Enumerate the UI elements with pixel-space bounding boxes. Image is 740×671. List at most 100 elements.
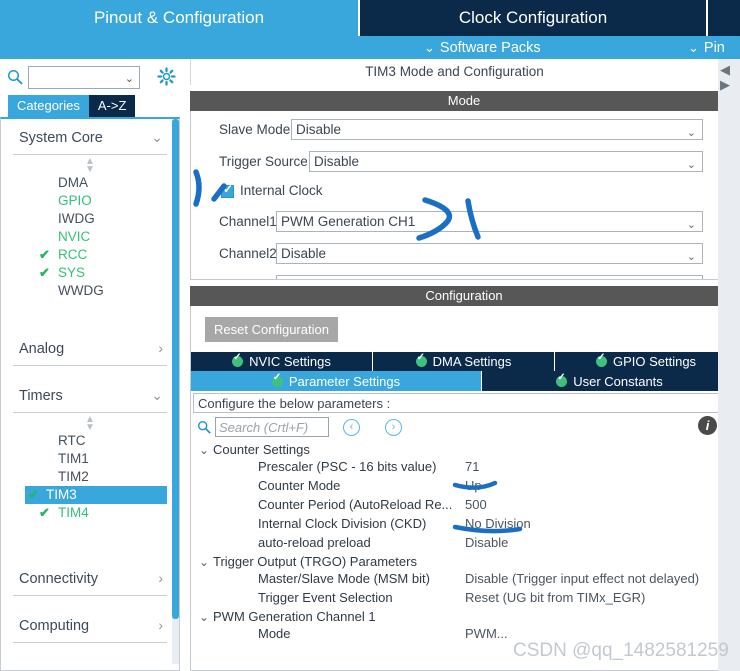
internal-clock-checkbox[interactable] — [221, 182, 234, 198]
param-group-trgo-label: Trigger Output (TRGO) Parameters — [213, 554, 417, 569]
pinout-menu[interactable]: ⌄ Pin — [688, 36, 725, 59]
param-trigger-event-selection-value[interactable]: Reset (UG bit from TIMx_EGR) — [465, 590, 645, 605]
tab-a-to-z[interactable]: A->Z — [88, 95, 136, 117]
ip-item-gpio[interactable]: GPIO — [13, 192, 167, 210]
check-circle-icon-parameter — [271, 372, 283, 387]
param-row-trigger-event-selection[interactable]: Trigger Event Selection Reset (UG bit fr… — [193, 590, 737, 609]
ip-item-gpio-label: GPIO — [58, 193, 92, 208]
param-clock-division-value[interactable]: No Division — [465, 516, 531, 531]
search-next-button[interactable]: › — [385, 419, 402, 436]
ip-item-tim1[interactable]: TIM1 — [13, 450, 167, 468]
chevron-right-icon-analog: › — [158, 340, 163, 356]
scroll-spinner-system-core[interactable]: ▲ ▼ — [1, 155, 179, 175]
group-computing[interactable]: Computing › — [13, 613, 167, 643]
slave-mode-select[interactable]: Disable ⌄ — [291, 119, 703, 140]
ip-item-tim4[interactable]: ✔ TIM4 — [13, 504, 167, 522]
channel3-label: Channel3 — [219, 278, 277, 279]
tab-categories-label: Categories — [17, 98, 80, 113]
chevron-down-icon: ⌄ — [424, 40, 435, 55]
param-row-pwm-mode[interactable]: Mode PWM... — [193, 626, 737, 638]
ip-item-iwdg[interactable]: IWDG — [13, 210, 167, 228]
configuration-section-header: Configuration — [190, 286, 738, 306]
channel1-select[interactable]: PWM Generation CH1 ⌄ — [276, 211, 703, 232]
tab-gpio-settings[interactable]: GPIO Settings — [555, 352, 737, 371]
panel-collapse-arrows[interactable]: ◀ ▶ — [720, 62, 736, 94]
ip-item-rtc[interactable]: RTC — [13, 432, 167, 450]
tab-parameter-settings[interactable]: Parameter Settings — [191, 371, 482, 391]
pinout-menu-label: Pin — [703, 40, 725, 56]
channel3-value: Disable — [281, 278, 326, 279]
param-row-prescaler[interactable]: Prescaler (PSC - 16 bits value) 71 — [193, 459, 737, 478]
reset-configuration-button[interactable]: Reset Configuration — [205, 317, 338, 342]
tab-dma-settings[interactable]: DMA Settings — [373, 352, 555, 371]
ip-item-rtc-label: RTC — [58, 433, 86, 448]
info-icon[interactable]: i — [698, 416, 717, 435]
group-analog[interactable]: Analog › — [13, 336, 167, 366]
param-counter-period-value[interactable]: 500 — [465, 497, 487, 512]
group-system-core[interactable]: System Core ⌄ — [13, 125, 167, 155]
ip-tree: System Core ⌄ ▲ ▼ DMA GPIO IWDG NVIC ✔ RCC… — [0, 117, 180, 671]
check-circle-icon-gpio — [595, 352, 607, 367]
ip-item-sys[interactable]: ✔ SYS — [13, 264, 167, 282]
ip-item-wwdg[interactable]: WWDG — [13, 282, 167, 300]
tab-pinout-configuration[interactable]: Pinout & Configuration — [0, 0, 358, 36]
channel1-label: Channel1 — [219, 214, 277, 229]
param-prescaler-name: Prescaler (PSC - 16 bits value) — [258, 459, 437, 474]
ip-item-rcc[interactable]: ✔ RCC — [13, 246, 167, 264]
param-group-counter-settings[interactable]: ⌄ Counter Settings — [193, 442, 737, 459]
group-system-core-label: System Core — [19, 130, 103, 146]
channel3-select[interactable]: Disable ⌄ — [276, 275, 703, 279]
chevron-down-icon-combo: ⌄ — [124, 73, 134, 85]
param-group-trgo[interactable]: ⌄ Trigger Output (TRGO) Parameters — [193, 554, 737, 571]
ip-item-nvic[interactable]: NVIC — [13, 228, 167, 246]
param-row-clock-division[interactable]: Internal Clock Division (CKD) No Divisio… — [193, 516, 737, 535]
param-row-counter-mode[interactable]: Counter Mode Up — [193, 478, 737, 497]
parameter-search-input[interactable]: Search (Crtl+F) — [215, 417, 329, 437]
param-pwm-mode-value[interactable]: PWM... — [465, 626, 508, 638]
ip-item-tim2-label: TIM2 — [58, 469, 89, 484]
ip-item-tim3[interactable]: ✔ TIM3 — [25, 486, 167, 504]
tab-project-manager[interactable] — [708, 0, 740, 36]
tab-clock-configuration[interactable]: Clock Configuration — [360, 0, 706, 36]
left-panel-scrollbar[interactable] — [172, 119, 179, 664]
software-packs-label: Software Packs — [439, 40, 541, 56]
config-tabs-row-1: NVIC Settings DMA Settings GPIO Settings — [191, 352, 737, 371]
group-analog-label: Analog — [19, 341, 65, 357]
gear-icon[interactable] — [157, 67, 176, 86]
param-row-master-slave-mode[interactable]: Master/Slave Mode (MSM bit) Disable (Tri… — [193, 571, 737, 590]
tab-parameter-settings-label: Parameter Settings — [288, 373, 401, 389]
param-group-pwm-channel1[interactable]: ⌄ PWM Generation Channel 1 — [193, 609, 737, 626]
check-icon-tim4: ✔ — [39, 505, 50, 520]
param-prescaler-value[interactable]: 71 — [465, 459, 479, 474]
group-connectivity[interactable]: Connectivity › — [13, 566, 167, 596]
param-master-slave-mode-value[interactable]: Disable (Trigger input effect not delaye… — [465, 571, 699, 586]
tab-categories[interactable]: Categories — [8, 95, 89, 117]
trigger-source-select[interactable]: Disable ⌄ — [309, 151, 703, 172]
param-auto-reload-preload-value[interactable]: Disable — [465, 535, 508, 550]
search-prev-button[interactable]: ‹ — [343, 419, 360, 436]
group-timers[interactable]: Timers ⌄ — [13, 383, 167, 413]
chevron-right-icon-computing: › — [158, 617, 163, 633]
param-counter-mode-value[interactable]: Up — [465, 478, 482, 493]
config-tabs-row-2: Parameter Settings User Constants — [191, 371, 737, 391]
check-icon-rcc: ✔ — [39, 247, 50, 262]
tab-user-constants[interactable]: User Constants — [482, 371, 737, 391]
chevron-down-icon-slave-mode: ⌄ — [686, 127, 696, 139]
param-row-counter-period[interactable]: Counter Period (AutoReload Re... 500 — [193, 497, 737, 516]
channel1-value: PWM Generation CH1 — [281, 214, 416, 229]
tab-nvic-settings[interactable]: NVIC Settings — [191, 352, 373, 371]
software-packs-menu[interactable]: ⌄ Software Packs — [424, 36, 541, 59]
scroll-spinner-timers[interactable]: ▲ ▼ — [1, 413, 179, 433]
mode-row-channel2: Channel2 Disable ⌄ — [191, 239, 737, 271]
chevron-down-icon-trigger-source: ⌄ — [686, 159, 696, 171]
chevron-right-icon-connectivity: › — [158, 570, 163, 586]
ip-item-tim2[interactable]: TIM2 — [13, 468, 167, 486]
param-row-auto-reload-preload[interactable]: auto-reload preload Disable — [193, 535, 737, 554]
param-master-slave-mode-name: Master/Slave Mode (MSM bit) — [258, 571, 430, 586]
ip-item-dma[interactable]: DMA — [13, 174, 167, 192]
ip-search-combo[interactable]: ⌄ — [28, 66, 140, 89]
channel2-select[interactable]: Disable ⌄ — [276, 243, 703, 264]
ip-item-tim4-label: TIM4 — [58, 505, 89, 520]
left-panel-scroll-thumb[interactable] — [172, 119, 179, 619]
tab-user-constants-label: User Constants — [573, 373, 663, 389]
